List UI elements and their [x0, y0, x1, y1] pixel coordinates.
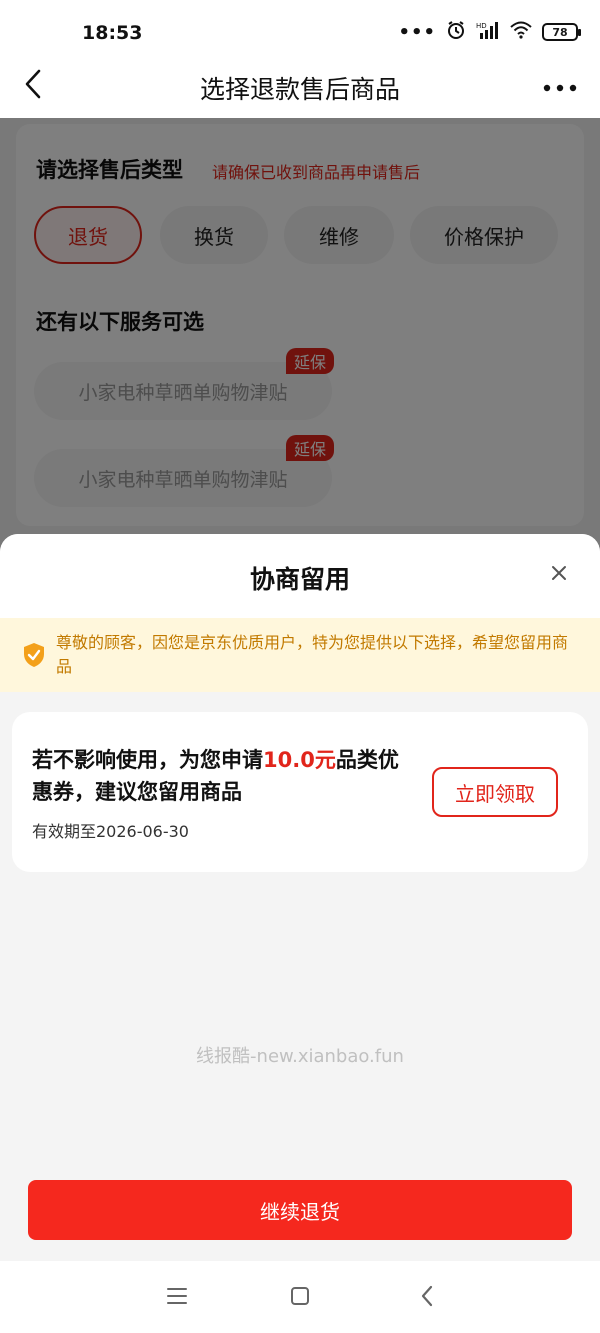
menu-icon	[167, 1287, 187, 1309]
sheet-title: 协商留用	[249, 565, 350, 594]
retention-sheet: 协商留用 尊敬的顾客，因您是京东优质用户，特为您提供以下选择，希望您留用商品 若…	[0, 534, 600, 1261]
status-time: 18:53	[82, 22, 143, 44]
close-icon	[551, 565, 567, 585]
notice-banner: 尊敬的顾客，因您是京东优质用户，特为您提供以下选择，希望您留用商品	[0, 618, 600, 692]
status-dots: •••	[398, 21, 436, 43]
offer-expiry: 有效期至2026-06-30	[32, 822, 189, 841]
offer-text: 若不影响使用，为您申请10.0元品类优惠券，建议您留用商品	[32, 744, 412, 808]
notice-text: 尊敬的顾客，因您是京东优质用户，特为您提供以下选择，希望您留用商品	[56, 633, 569, 676]
more-button[interactable]	[540, 68, 580, 104]
nav-menu-button[interactable]	[162, 1285, 192, 1311]
page-title: 选择退款售后商品	[199, 75, 400, 104]
continue-return-button[interactable]: 继续退货	[28, 1180, 572, 1240]
sheet-header: 协商留用	[0, 534, 600, 618]
watermark: 线报酷-new.xianbao.fun	[196, 1046, 404, 1067]
system-nav-bar	[0, 1261, 600, 1333]
shield-check-icon	[22, 642, 46, 672]
signal-icon: HD	[476, 21, 500, 43]
nav-back-button[interactable]	[412, 1285, 442, 1311]
alarm-icon	[446, 20, 466, 44]
page-header: 选择退款售后商品	[0, 56, 600, 118]
nav-home-button[interactable]	[285, 1285, 315, 1311]
battery-icon: 78	[542, 23, 581, 41]
modal-overlay[interactable]	[0, 118, 600, 558]
offer-amount: 10.0元	[263, 748, 336, 772]
close-button[interactable]	[546, 562, 572, 588]
status-icons: ••• HD 78	[398, 20, 581, 44]
home-square-icon	[290, 1286, 310, 1310]
wifi-icon	[510, 21, 532, 43]
more-horizontal-icon	[543, 77, 577, 96]
offer-text-before: 若不影响使用，为您申请	[32, 748, 263, 772]
back-triangle-icon	[420, 1285, 434, 1311]
claim-coupon-button[interactable]: 立即领取	[432, 767, 558, 817]
coupon-offer-card: 若不影响使用，为您申请10.0元品类优惠券，建议您留用商品 有效期至2026-0…	[12, 712, 588, 872]
svg-text:HD: HD	[476, 22, 487, 30]
